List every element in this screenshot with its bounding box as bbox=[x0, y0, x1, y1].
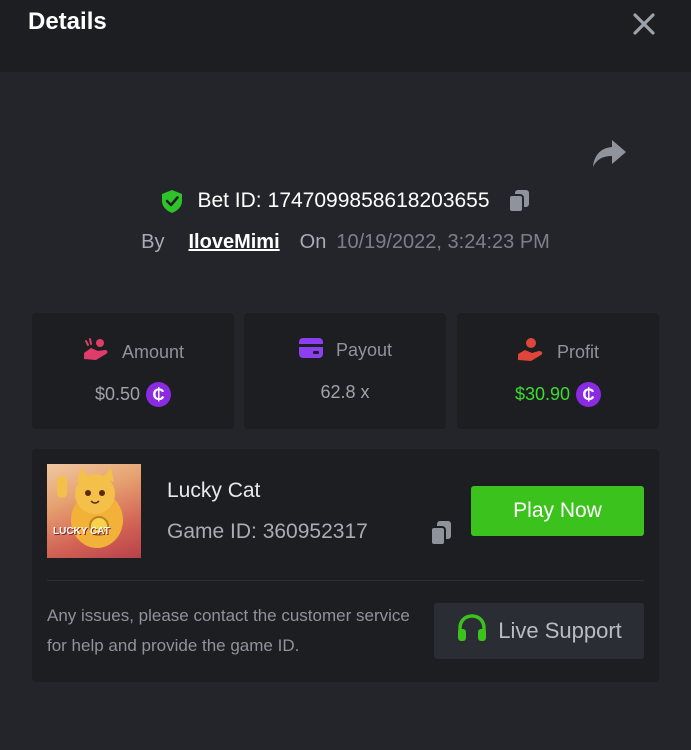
copy-icon[interactable] bbox=[428, 519, 454, 547]
game-name: Lucky Cat bbox=[167, 479, 261, 502]
profit-hand-icon bbox=[517, 337, 545, 368]
page-title: Details bbox=[28, 8, 107, 35]
bet-meta-row: By IloveMimi On 10/19/2022, 3:24:23 PM bbox=[0, 228, 691, 256]
coin-icon: ₵ bbox=[146, 382, 172, 407]
game-id: Game ID: 360952317 bbox=[167, 520, 368, 543]
coin-icon: ₵ bbox=[576, 382, 602, 407]
hand-coin-icon bbox=[82, 337, 110, 368]
payout-value: 62.8 x bbox=[320, 382, 370, 402]
profit-value: $30.90 bbox=[514, 384, 571, 404]
share-icon[interactable] bbox=[590, 136, 628, 170]
on-label: On bbox=[299, 230, 327, 253]
amount-value: $0.50 bbox=[94, 384, 141, 404]
by-label: By bbox=[141, 230, 165, 253]
payout-label: Payout bbox=[335, 340, 393, 360]
bet-id-label: Bet ID: bbox=[197, 189, 262, 212]
play-now-button[interactable]: Play Now bbox=[471, 486, 644, 536]
wallet-card-icon bbox=[298, 337, 324, 364]
profit-label: Profit bbox=[556, 342, 599, 362]
game-panel: LUCKY CAT Lucky Cat Game ID: 360952317 P… bbox=[32, 449, 659, 682]
bet-id-value: 1747099858618203655 bbox=[267, 189, 490, 212]
live-support-label: Live Support bbox=[498, 618, 622, 643]
profit-card: Profit $30.90 ₵ bbox=[457, 313, 659, 429]
game-thumbnail[interactable]: LUCKY CAT bbox=[47, 464, 141, 558]
headset-icon bbox=[456, 613, 488, 649]
details-header: Details bbox=[0, 0, 691, 72]
thumbnail-logo: LUCKY CAT bbox=[53, 526, 110, 537]
amount-card: Amount $0.50 ₵ bbox=[32, 313, 234, 429]
close-icon[interactable] bbox=[628, 8, 660, 40]
shield-check-icon bbox=[159, 188, 185, 214]
username-link[interactable]: IloveMimi bbox=[189, 231, 280, 254]
live-support-button[interactable]: Live Support bbox=[434, 603, 644, 659]
bet-id-row: Bet ID: 1747099858618203655 bbox=[0, 186, 691, 216]
support-note: Any issues, please contact the customer … bbox=[47, 606, 410, 655]
copy-icon[interactable] bbox=[506, 188, 532, 214]
amount-label: Amount bbox=[121, 342, 185, 362]
bet-date: 10/19/2022, 3:24:23 PM bbox=[336, 230, 550, 253]
payout-card: Payout 62.8 x bbox=[244, 313, 446, 429]
divider bbox=[47, 580, 644, 581]
